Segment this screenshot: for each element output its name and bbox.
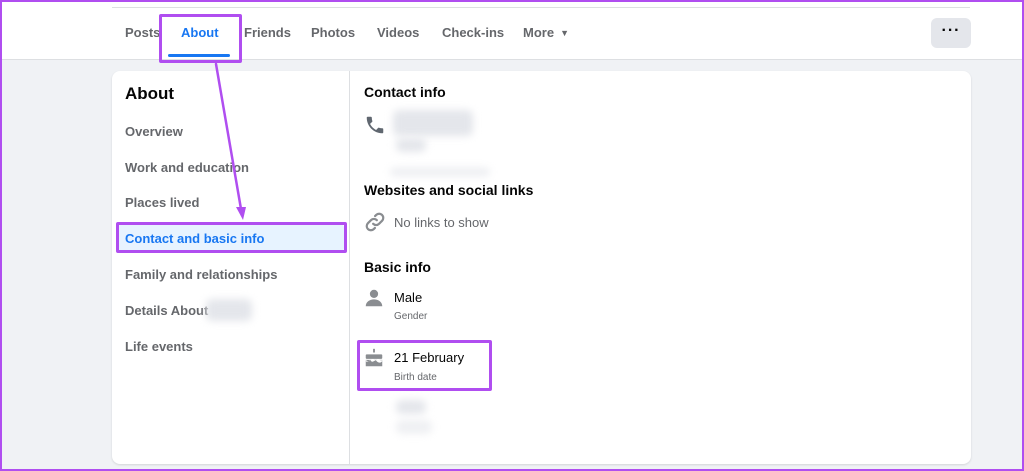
contact-info-title: Contact info (364, 84, 446, 100)
sidebar-item-overview[interactable]: Overview (125, 124, 183, 139)
profile-tab-bar: Posts About Friends Photos Videos Check-… (0, 0, 1024, 60)
link-icon (365, 212, 385, 232)
divider (112, 7, 970, 8)
redacted-name (206, 299, 252, 321)
tab-check-ins[interactable]: Check-ins (442, 25, 504, 40)
sidebar-heading: About (125, 84, 175, 103)
caret-down-icon: ▼ (560, 28, 569, 38)
tab-more[interactable]: More ▼ (523, 25, 569, 40)
sidebar-item-family-and-relationships[interactable]: Family and relationships (125, 267, 277, 282)
redacted-phone (393, 110, 473, 136)
tab-videos[interactable]: Videos (377, 25, 419, 40)
tab-posts[interactable]: Posts (125, 25, 160, 40)
contact-info-highlight (116, 222, 347, 253)
redacted-phone-label (396, 138, 426, 152)
tab-friends[interactable]: Friends (244, 25, 291, 40)
person-icon (365, 289, 383, 307)
sidebar-item-work-and-education[interactable]: Work and education (125, 160, 249, 175)
basic-info-title: Basic info (364, 259, 431, 275)
phone-icon (366, 116, 384, 134)
tab-photos[interactable]: Photos (311, 25, 355, 40)
more-options-button[interactable]: ··· (931, 18, 971, 48)
redacted-item (396, 400, 426, 414)
sidebar-item-details-about[interactable]: Details About (125, 303, 208, 318)
about-tab-highlight (159, 14, 242, 63)
sidebar-item-life-events[interactable]: Life events (125, 339, 193, 354)
sidebar-item-places-lived[interactable]: Places lived (125, 195, 199, 210)
birth-date-highlight (357, 340, 492, 391)
card-divider (349, 71, 350, 464)
gender-value: Male (394, 290, 423, 305)
gender-label: Gender (394, 311, 428, 322)
redacted-item (396, 420, 432, 434)
tab-more-label: More (523, 25, 555, 40)
websites-title: Websites and social links (364, 182, 534, 198)
no-links-text: No links to show (394, 215, 489, 230)
redacted-line (390, 168, 490, 176)
